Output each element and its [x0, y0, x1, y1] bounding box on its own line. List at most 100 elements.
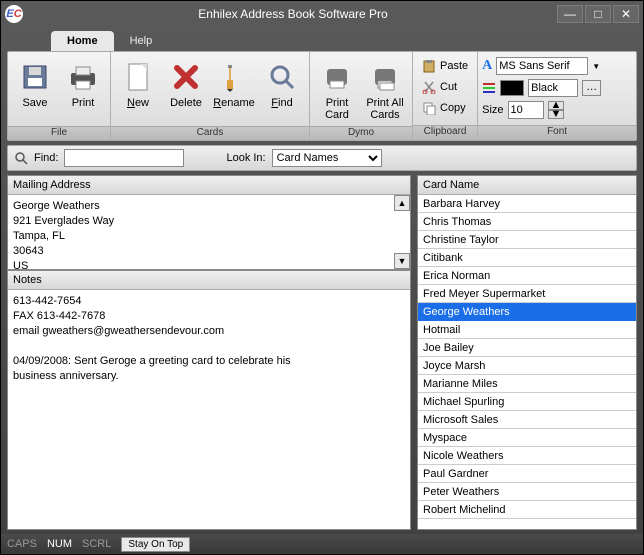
new-icon: [122, 57, 154, 97]
delete-button[interactable]: Delete: [163, 54, 209, 124]
group-file: Save Print File: [8, 52, 111, 140]
notes-line: FAX 613-442-7678: [13, 309, 405, 324]
list-item[interactable]: Hotmail: [418, 321, 636, 339]
titlebar: EC Enhilex Address Book Software Pro — □…: [1, 1, 643, 27]
address-title: Mailing Address: [8, 176, 410, 195]
lookin-label: Look In:: [226, 152, 265, 164]
window: EC Enhilex Address Book Software Pro — □…: [0, 0, 644, 555]
rename-icon: [218, 57, 250, 97]
search-icon: [14, 151, 28, 165]
color-swatch[interactable]: [500, 80, 524, 96]
content: Mailing Address George Weathers921 Everg…: [1, 175, 643, 534]
stay-on-top-button[interactable]: Stay On Top: [121, 537, 190, 552]
cardlist-header[interactable]: Card Name: [418, 176, 636, 195]
find-button[interactable]: Find: [259, 54, 305, 124]
list-item[interactable]: Fred Meyer Supermarket: [418, 285, 636, 303]
findbar: Find: Look In: Card Names: [7, 145, 637, 171]
find-label: Find:: [34, 152, 58, 164]
cut-button[interactable]: Cut: [417, 77, 462, 97]
tab-home[interactable]: Home: [51, 31, 114, 51]
list-item[interactable]: Joyce Marsh: [418, 357, 636, 375]
list-item[interactable]: Christine Taylor: [418, 231, 636, 249]
list-item[interactable]: Marianne Miles: [418, 375, 636, 393]
left-pane: Mailing Address George Weathers921 Everg…: [7, 175, 411, 530]
ribbon: Save Print File New Delete: [7, 51, 637, 141]
color-lines-icon: [482, 81, 496, 95]
address-line: Tampa, FL: [13, 229, 405, 244]
ribbon-tabs: Home Help: [1, 27, 643, 51]
print-icon: [67, 57, 99, 97]
size-label: Size: [482, 104, 503, 116]
num-indicator: NUM: [47, 538, 72, 550]
list-item[interactable]: Microsoft Sales: [418, 411, 636, 429]
card-list: Card Name Barbara HarveyChris ThomasChri…: [417, 175, 637, 530]
caps-indicator: CAPS: [7, 538, 37, 550]
list-item[interactable]: Michael Spurling: [418, 393, 636, 411]
notes-line: 04/09/2008: Sent Geroge a greeting card …: [13, 354, 405, 369]
find-icon: [266, 57, 298, 97]
lookin-select[interactable]: Card Names: [272, 149, 382, 167]
paste-button[interactable]: Paste: [417, 56, 473, 76]
size-down-button[interactable]: ▼: [548, 110, 565, 119]
window-title: Enhilex Address Book Software Pro: [29, 7, 557, 21]
notes-line: [13, 339, 405, 354]
notes-title: Notes: [8, 271, 410, 290]
statusbar: CAPS NUM SCRL Stay On Top: [1, 534, 643, 554]
copy-button[interactable]: Copy: [417, 98, 471, 118]
new-button[interactable]: New: [115, 54, 161, 124]
list-item[interactable]: Citibank: [418, 249, 636, 267]
list-item[interactable]: Joe Bailey: [418, 339, 636, 357]
close-button[interactable]: ✕: [613, 5, 639, 23]
rename-button[interactable]: Rename: [211, 54, 257, 124]
print-card-button[interactable]: Print Card: [314, 54, 360, 124]
address-line: US: [13, 259, 405, 269]
list-item[interactable]: Chris Thomas: [418, 213, 636, 231]
address-line: 921 Everglades Way: [13, 214, 405, 229]
delete-icon: [170, 57, 202, 97]
scroll-up-button[interactable]: ▲: [394, 195, 410, 211]
dymo-icon: [321, 57, 353, 97]
group-font: A ▼ … Size ▲▼ Font: [478, 52, 636, 140]
save-icon: [19, 57, 51, 97]
list-item[interactable]: George Weathers: [418, 303, 636, 321]
find-input[interactable]: [64, 149, 184, 167]
font-color-input[interactable]: [528, 79, 578, 97]
font-a-icon: A: [482, 58, 492, 74]
minimize-button[interactable]: —: [557, 5, 583, 23]
address-line: 30643: [13, 244, 405, 259]
right-pane: Card Name Barbara HarveyChris ThomasChri…: [417, 175, 637, 530]
font-name-input[interactable]: [496, 57, 588, 75]
save-button[interactable]: Save: [12, 54, 58, 124]
address-body[interactable]: George Weathers921 Everglades WayTampa, …: [8, 195, 410, 269]
list-item[interactable]: Erica Norman: [418, 267, 636, 285]
notes-panel: Notes 613-442-7654FAX 613-442-7678email …: [7, 270, 411, 530]
list-item[interactable]: Barbara Harvey: [418, 195, 636, 213]
group-clipboard: Paste Cut Copy Clipboard: [413, 52, 478, 140]
dymo-all-icon: [369, 57, 401, 97]
copy-icon: [422, 101, 436, 115]
cut-icon: [422, 80, 436, 94]
notes-line: 613-442-7654: [13, 294, 405, 309]
tab-help[interactable]: Help: [114, 31, 169, 51]
address-line: George Weathers: [13, 199, 405, 214]
app-icon: EC: [5, 5, 23, 23]
list-item[interactable]: Peter Weathers: [418, 483, 636, 501]
print-all-cards-button[interactable]: Print All Cards: [362, 54, 408, 124]
list-item[interactable]: Paul Gardner: [418, 465, 636, 483]
font-size-input[interactable]: [508, 101, 544, 119]
maximize-button[interactable]: □: [585, 5, 611, 23]
group-cards: New Delete Rename Find Cards: [111, 52, 310, 140]
cardlist-body: Barbara HarveyChris ThomasChristine Tayl…: [418, 195, 636, 519]
list-item[interactable]: Robert Michelind: [418, 501, 636, 519]
font-more-button[interactable]: …: [582, 80, 601, 96]
scroll-down-button[interactable]: ▼: [394, 253, 410, 269]
print-button[interactable]: Print: [60, 54, 106, 124]
window-controls: — □ ✕: [557, 5, 639, 23]
notes-body[interactable]: 613-442-7654FAX 613-442-7678email gweath…: [8, 290, 410, 529]
list-item[interactable]: Nicole Weathers: [418, 447, 636, 465]
paste-icon: [422, 59, 436, 73]
address-panel: Mailing Address George Weathers921 Everg…: [7, 175, 411, 270]
list-item[interactable]: Myspace: [418, 429, 636, 447]
notes-line: business anniversary.: [13, 369, 405, 384]
scrl-indicator: SCRL: [82, 538, 111, 550]
